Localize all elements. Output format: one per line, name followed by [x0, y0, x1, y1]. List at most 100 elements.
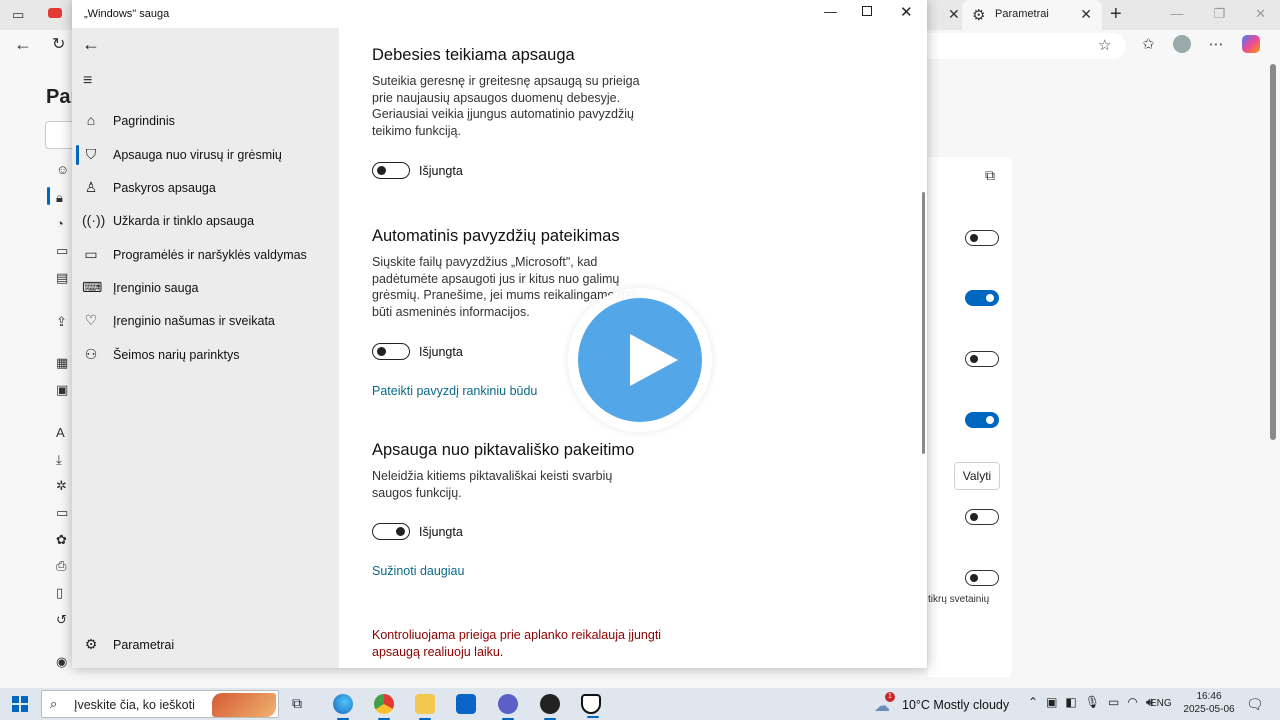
cleanup-icon[interactable]: ▣ — [56, 382, 68, 398]
submit-sample-link[interactable]: Pateikti pavyzdį rankiniu būdu — [372, 384, 537, 398]
app-icon-dark[interactable] — [540, 694, 560, 720]
setting-toggle[interactable] — [965, 230, 999, 246]
windows-start-icon[interactable] — [12, 696, 28, 712]
play-icon — [630, 334, 678, 386]
tab-parametrai[interactable]: ⚙ Parametrai ✕ — [962, 0, 1102, 30]
tamper-protection-toggle-label: Išjungta — [419, 525, 463, 539]
laptop-icon: ⌨ — [82, 279, 103, 295]
battery-icon[interactable]: ▭ — [1108, 695, 1119, 710]
content-scrollbar[interactable] — [922, 192, 925, 454]
taskbar-search-input[interactable]: ⌕ Įveskite čia, ko ieškoti — [41, 690, 279, 718]
network-icon[interactable]: ▣ — [1046, 695, 1057, 710]
external-link-icon[interactable]: ⧉ — [985, 167, 995, 184]
sample-submission-toggle-label: Išjungta — [419, 345, 463, 359]
nav-item-account-protection[interactable]: ♙ Paskyros apsauga — [72, 173, 339, 203]
edge-app-icon[interactable] — [333, 694, 353, 720]
phone-icon[interactable]: ▯ — [56, 585, 63, 601]
hamburger-menu-icon[interactable]: ≡ — [83, 72, 92, 90]
reload-icon[interactable]: ↻ — [52, 34, 65, 54]
printer-icon[interactable]: ⎙ — [56, 558, 66, 574]
browser-scrollbar[interactable] — [1270, 64, 1276, 440]
setting-toggle[interactable] — [965, 290, 999, 306]
microphone-icon[interactable]: 🎙︎ — [1085, 695, 1100, 710]
share-icon[interactable]: ⇪ — [56, 314, 67, 330]
search-highlight-image — [212, 693, 276, 717]
back-arrow-icon[interactable]: ← — [14, 34, 32, 55]
clear-button[interactable]: Valyti — [954, 462, 1000, 490]
taskbar: ⌕ Įveskite čia, ko ieškoti ⧉ ☁ 1 10°C Mo… — [0, 688, 1280, 720]
windows-security-app-icon[interactable] — [581, 694, 601, 718]
close-icon[interactable]: ✕ — [900, 3, 913, 21]
file-explorer-icon[interactable] — [415, 694, 435, 720]
setting-toggle[interactable] — [965, 570, 999, 586]
tamper-protection-toggle[interactable] — [372, 523, 410, 540]
nav-item-firewall[interactable]: ((·)) Užkarda ir tinklo apsauga — [72, 206, 339, 236]
restore-icon[interactable]: ❐ — [1213, 6, 1225, 22]
close-tab-icon[interactable]: ✕ — [1080, 6, 1092, 23]
minimize-icon[interactable]: — — [824, 4, 837, 19]
nav-item-label: Įrenginio našumas ir sveikata — [113, 314, 275, 328]
home-icon: ⌂ — [86, 112, 96, 128]
address-bar[interactable] — [926, 33, 1126, 59]
language-indicator[interactable]: ENG — [1150, 698, 1172, 709]
accessibility-icon[interactable]: ✿ — [56, 532, 67, 548]
nav-item-device-health[interactable]: ♡ Įrenginio našumas ir sveikata — [72, 306, 339, 336]
nav-item-device-security[interactable]: ⌨ Įrenginio sauga — [72, 273, 339, 303]
wifi-icon: ((·)) — [82, 212, 106, 228]
back-arrow-icon[interactable]: ← — [82, 34, 100, 55]
settings-search-input[interactable] — [45, 121, 75, 149]
nav-item-virus-protection[interactable]: ⛉ Apsauga nuo virusų ir grėsmių — [72, 140, 339, 170]
close-tab-icon[interactable]: ✕ — [948, 6, 960, 23]
sidebar-icon[interactable]: ▭ — [56, 243, 68, 259]
edge-logo-icon[interactable]: ◉ — [56, 654, 67, 670]
browser-icon[interactable]: ▦ — [56, 355, 68, 371]
family-icon[interactable]: ✲ — [56, 478, 67, 494]
chevron-up-icon[interactable]: ⌃ — [1028, 695, 1038, 710]
copilot-icon[interactable] — [1241, 35, 1260, 53]
favorites-icon[interactable]: ✩ — [1142, 35, 1155, 53]
cloud-protection-toggle[interactable] — [372, 162, 410, 179]
lock-icon[interactable]: 🔒︎ — [56, 190, 63, 206]
system-icon[interactable]: ▭ — [56, 505, 68, 521]
controlled-folder-warning: Kontroliuojama prieiga prie aplanko reik… — [372, 628, 662, 659]
chrome-app-icon[interactable] — [374, 694, 394, 720]
nav-item-home[interactable]: ⌂ Pagrindinis — [72, 106, 339, 136]
outlook-app-icon[interactable] — [456, 694, 476, 714]
app-icon[interactable] — [498, 694, 518, 720]
setting-toggle[interactable] — [965, 351, 999, 367]
shield-icon: ⛉ — [85, 146, 97, 162]
play-button-circle — [578, 298, 702, 422]
task-view-icon[interactable]: ⧉ — [292, 695, 302, 712]
favorite-star-icon[interactable]: ☆ — [1098, 36, 1111, 54]
new-tab-button[interactable]: + — [1110, 3, 1122, 26]
clock[interactable]: 16:46 2025-05-06 — [1180, 690, 1238, 716]
profile-avatar[interactable] — [1172, 35, 1191, 53]
sample-submission-toggle[interactable] — [372, 343, 410, 360]
nav-item-app-browser[interactable]: ▭ Programėlės ir naršyklės valdymas — [72, 240, 339, 270]
notification-badge: 1 — [885, 692, 895, 702]
newtab-icon[interactable]: ▤ — [56, 270, 68, 286]
maximize-icon[interactable] — [862, 6, 872, 16]
nav-item-family-options[interactable]: ⚇ Šeimos narių parinktys — [72, 340, 339, 370]
play-button-overlay[interactable] — [568, 288, 712, 432]
profile-icon[interactable]: ☺ — [56, 162, 69, 177]
meet-icon[interactable]: ◧ — [1065, 695, 1076, 710]
close-icon[interactable]: ✕ — [1255, 6, 1266, 22]
language-icon[interactable]: A — [56, 425, 65, 440]
youtube-tab-icon[interactable] — [48, 8, 62, 18]
setting-toggle[interactable] — [965, 509, 999, 525]
more-options-icon[interactable]: ⋯ — [1209, 35, 1224, 53]
notifications-icon[interactable]: 🗨︎ — [1246, 696, 1264, 713]
tab-actions-icon[interactable]: ▭ — [12, 7, 28, 23]
minimize-icon[interactable]: — — [1170, 6, 1183, 22]
wifi-icon[interactable]: ◠ — [1127, 695, 1137, 710]
cookie-icon[interactable]: ◔ — [56, 216, 64, 231]
download-icon[interactable]: ⤓ — [56, 452, 62, 468]
learn-more-link[interactable]: Sužinoti daugiau — [372, 564, 464, 578]
tamper-protection-description: Neleidžia kitiems piktavališkai keisti s… — [372, 469, 613, 500]
setting-toggle[interactable] — [965, 412, 999, 428]
reset-icon[interactable]: ↺ — [56, 612, 67, 628]
clock-date: 2025-05-06 — [1183, 704, 1235, 715]
nav-item-settings[interactable]: ⚙ Parametrai — [72, 630, 339, 660]
window-titlebar[interactable]: „Windows" sauga — ✕ — [72, 0, 927, 28]
